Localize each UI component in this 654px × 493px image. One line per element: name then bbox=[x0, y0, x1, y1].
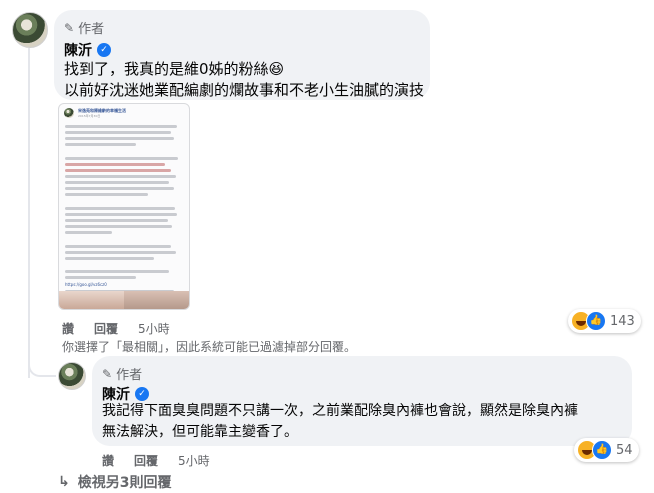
screenshot-photo-right bbox=[124, 291, 189, 309]
pencil-icon: ✎ bbox=[64, 20, 75, 35]
author-badge-label: 作者 bbox=[78, 22, 105, 37]
view-more-replies-label: 檢視另3則回覆 bbox=[77, 475, 172, 491]
reaction-summary[interactable]: 👍 54 bbox=[574, 438, 639, 462]
author-badge: ✎ 作者 bbox=[102, 364, 143, 384]
comment-bubble: ✎ 作者 陳沂 ✓ 找到了，我真的是維0姊的粉絲😆 以前好沈迷她業配編劇的爛故事… bbox=[54, 10, 430, 100]
avatar[interactable] bbox=[58, 362, 86, 390]
verified-icon: ✓ bbox=[97, 43, 111, 57]
reply-text: 我記得下面臭臭問題不只講一次，之前業配除臭內褲也會說，顯然是除臭內褲 無法解決，… bbox=[102, 403, 578, 440]
like-reaction-icon: 👍 bbox=[586, 311, 606, 331]
like-button[interactable]: 讚 bbox=[62, 320, 74, 337]
reaction-count: 54 bbox=[616, 442, 633, 458]
pencil-icon: ✎ bbox=[102, 366, 113, 381]
like-reaction-icon: 👍 bbox=[592, 440, 612, 460]
reply-arrow-icon: ↳ bbox=[58, 474, 70, 490]
avatar[interactable] bbox=[12, 12, 48, 48]
view-more-replies[interactable]: ↳ 檢視另3則回覆 bbox=[58, 472, 171, 492]
reply-bubble: ✎ 作者 陳沂 ✓ 我記得下面臭臭問題不只講一次，之前業配除臭內褲也會說，顯然是… bbox=[92, 356, 632, 446]
reaction-count: 143 bbox=[610, 313, 635, 329]
reply-button[interactable]: 回覆 bbox=[94, 320, 118, 337]
comment-text-line-1: 找到了，我真的是維0姊的粉絲😆 bbox=[64, 60, 285, 78]
verified-icon: ✓ bbox=[135, 387, 149, 401]
filter-notice: 你選擇了「最相關」，因此系統可能已過濾掉部分回覆。 bbox=[62, 340, 357, 354]
comment-text-line-2: 以前好沈迷她業配編劇的爛故事和不老小生油膩的演技 bbox=[64, 81, 425, 99]
like-button[interactable]: 讚 bbox=[102, 452, 114, 469]
reaction-summary[interactable]: 👍 143 bbox=[568, 309, 641, 333]
attached-screenshot[interactable]: 宋逸苑和陳維齡的幸福生活 2015年7月30日 https://goo.gl/v… bbox=[58, 103, 190, 310]
commenter-name[interactable]: 陳沂 bbox=[64, 40, 92, 60]
reply-button[interactable]: 回覆 bbox=[134, 452, 158, 469]
thread-connector bbox=[28, 48, 56, 378]
author-badge-label: 作者 bbox=[116, 368, 143, 383]
comment-timestamp[interactable]: 5小時 bbox=[178, 452, 210, 469]
comment-timestamp[interactable]: 5小時 bbox=[138, 320, 170, 337]
screenshot-avatar bbox=[64, 108, 74, 118]
thread-connector-reply bbox=[28, 350, 56, 377]
author-badge: ✎ 作者 bbox=[64, 18, 105, 38]
screenshot-date: 2015年7月30日 bbox=[78, 114, 101, 118]
screenshot-photo-left bbox=[59, 291, 124, 309]
screenshot-link: https://goo.gl/vz6cz0 bbox=[65, 282, 107, 287]
